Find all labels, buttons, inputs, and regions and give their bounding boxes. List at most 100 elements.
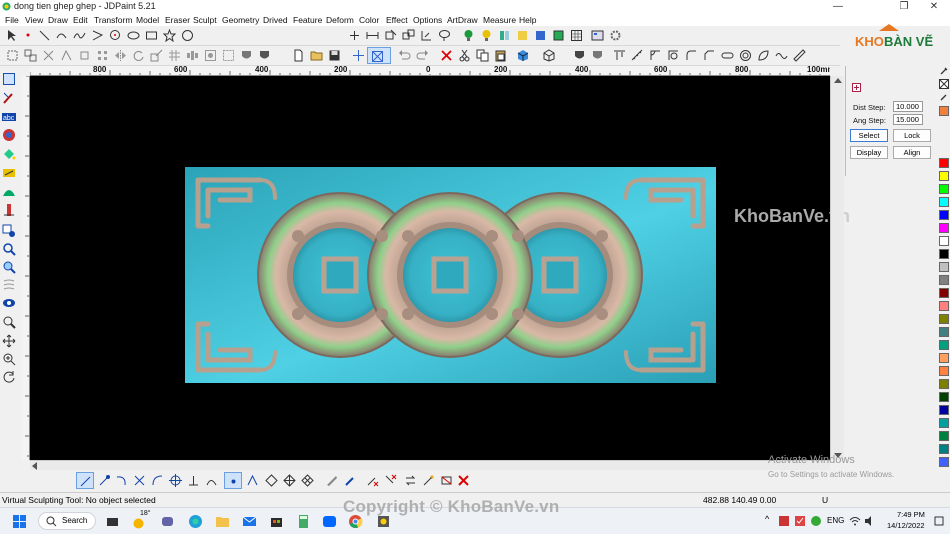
menu-effect[interactable]: Effect [386, 14, 408, 26]
color-gradient-icon[interactable] [498, 29, 511, 42]
palette-swatch[interactable] [939, 197, 949, 207]
palette-swatch[interactable] [939, 262, 949, 272]
distribute-icon[interactable] [186, 49, 199, 62]
windows-start-icon[interactable] [12, 514, 27, 529]
menu-edit[interactable]: Edit [73, 14, 88, 26]
break-icon[interactable] [42, 49, 55, 62]
snap-node-icon[interactable] [246, 474, 259, 487]
palette-swatch[interactable] [939, 171, 949, 181]
tray-chevron[interactable]: ^ [765, 514, 769, 524]
star-icon[interactable] [163, 29, 176, 42]
shield-front-icon[interactable] [240, 49, 253, 62]
dashboard-icon[interactable] [591, 29, 604, 42]
task-view-icon[interactable] [105, 514, 120, 529]
curve-tool-icon[interactable] [115, 474, 128, 487]
teams-chat-icon[interactable] [160, 514, 175, 529]
store-icon[interactable] [269, 514, 284, 529]
measure-tape-icon[interactable] [631, 49, 644, 62]
target-icon[interactable] [169, 474, 182, 487]
leaf-icon[interactable] [757, 49, 770, 62]
green-bulb-icon[interactable] [462, 29, 475, 42]
green-box-icon[interactable] [552, 29, 565, 42]
zoom-in-icon[interactable] [2, 352, 16, 366]
array-icon[interactable] [96, 49, 109, 62]
mail-icon[interactable] [242, 514, 257, 529]
scroll-up-arrow[interactable] [834, 78, 842, 83]
cross-tool-icon[interactable] [133, 474, 146, 487]
palette-swatch[interactable] [939, 353, 949, 363]
zoom-region-icon[interactable] [2, 260, 16, 274]
offset-icon[interactable] [78, 49, 91, 62]
join-icon[interactable] [60, 49, 73, 62]
menu-artdraw[interactable]: ArtDraw [447, 14, 478, 26]
redo-icon[interactable] [416, 49, 429, 62]
dist-step-input[interactable]: 10.000 [893, 101, 923, 112]
open-folder-icon[interactable] [310, 49, 323, 62]
arc-tool-icon[interactable] [151, 474, 164, 487]
arc-icon[interactable] [55, 29, 68, 42]
menu-view[interactable]: View [25, 14, 43, 26]
align-grid-icon[interactable] [168, 49, 181, 62]
snap-point-button[interactable] [224, 472, 242, 489]
display-button[interactable]: Display [850, 146, 888, 159]
tangent-arc-icon[interactable] [205, 474, 218, 487]
rotate-view-icon[interactable] [2, 370, 16, 384]
file-explorer-icon[interactable] [215, 514, 230, 529]
smooth-tool-icon[interactable] [2, 203, 16, 217]
yellow-bulb-icon[interactable] [480, 29, 493, 42]
palette-swatch[interactable] [939, 301, 949, 311]
ungroup-icon[interactable] [222, 49, 235, 62]
menu-draw[interactable]: Draw [48, 14, 68, 26]
palette-swatch[interactable] [939, 184, 949, 194]
shield-alt-icon[interactable] [591, 49, 604, 62]
menu-deform[interactable]: Deform [326, 14, 354, 26]
save-icon[interactable] [328, 49, 341, 62]
viewport-3d[interactable]: KhoBanVe.vn [30, 76, 850, 460]
palette-swatch[interactable] [939, 327, 949, 337]
remove-node-icon[interactable] [366, 474, 379, 487]
crosshair-icon[interactable] [352, 49, 365, 62]
ellipse-icon[interactable] [127, 29, 140, 42]
menu-transform[interactable]: Transform [94, 14, 132, 26]
palette-swatch[interactable] [939, 249, 949, 259]
diamond-cross-icon[interactable] [283, 474, 296, 487]
palette-swatch[interactable] [939, 236, 949, 246]
stretch-icon[interactable] [366, 29, 379, 42]
pen-icon[interactable] [939, 92, 949, 102]
copy-icon[interactable] [476, 49, 489, 62]
palette-swatch[interactable] [939, 366, 949, 376]
diamond-grid-icon[interactable] [265, 474, 278, 487]
fill-bucket-icon[interactable] [2, 147, 16, 161]
diamond-x-icon[interactable] [301, 474, 314, 487]
pan-icon[interactable] [2, 334, 16, 348]
taskbar-search[interactable]: Search [38, 512, 96, 530]
trim-icon[interactable] [402, 29, 415, 42]
palette-swatch[interactable] [939, 457, 949, 467]
point-icon[interactable] [22, 29, 35, 42]
mirror-icon[interactable] [114, 49, 127, 62]
menu-sculpt[interactable]: Sculpt [193, 14, 217, 26]
eyedropper-icon[interactable] [939, 66, 949, 76]
wifi-icon[interactable] [849, 515, 861, 527]
menu-color[interactable]: Color [359, 14, 379, 26]
palette-swatch[interactable] [939, 392, 949, 402]
angle-icon[interactable] [649, 49, 662, 62]
remove-edge-icon[interactable] [384, 474, 397, 487]
close-button[interactable]: ✕ [918, 0, 950, 14]
relief-icon[interactable] [2, 128, 16, 142]
repeat-icon[interactable] [404, 474, 417, 487]
knife-icon[interactable] [325, 474, 338, 487]
lock-button[interactable]: Lock [893, 129, 931, 142]
delete-icon[interactable] [440, 49, 453, 62]
eye-view-icon[interactable] [2, 296, 16, 310]
carve-icon[interactable] [2, 224, 16, 238]
perpendicular-icon[interactable] [187, 474, 200, 487]
rotate-icon[interactable] [132, 49, 145, 62]
brush-icon[interactable] [98, 474, 111, 487]
spline-icon[interactable] [73, 29, 86, 42]
shield-back-icon[interactable] [258, 49, 271, 62]
vertical-scrollbar[interactable] [830, 76, 844, 460]
rectangle-icon[interactable] [145, 29, 158, 42]
menu-file[interactable]: File [5, 14, 19, 26]
fillet-icon[interactable] [685, 49, 698, 62]
